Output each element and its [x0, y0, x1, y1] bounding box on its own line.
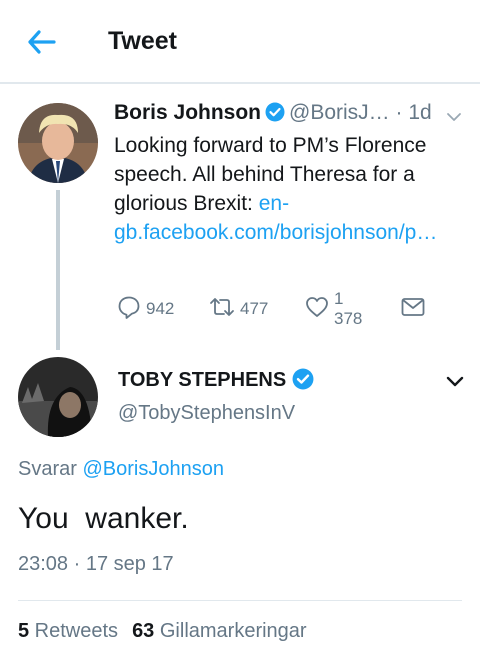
reply-tweet-text: You wanker.: [18, 502, 189, 535]
reply-author-line: TOBY STEPHENS: [118, 368, 318, 396]
heart-icon: [304, 294, 334, 325]
reply-icon: [116, 294, 146, 325]
retweets-label: Retweets: [29, 620, 119, 642]
tweet-time: 1d: [408, 101, 432, 124]
chevron-down-icon[interactable]: [446, 110, 462, 122]
verified-badge-icon: [265, 102, 285, 128]
replying-to-mention[interactable]: @BorisJohnson: [82, 458, 223, 480]
direct-message-button[interactable]: [400, 296, 430, 322]
back-arrow-icon[interactable]: [26, 28, 58, 56]
page-title: Tweet: [108, 27, 177, 55]
parent-tweet-header: Boris Johnson @BorisJ… · 1d: [114, 101, 464, 131]
like-button[interactable]: 1 378: [304, 289, 362, 328]
reply-author-handle[interactable]: @TobyStephensInV: [118, 402, 295, 425]
likes-stat[interactable]: 63 Gillamarkeringar: [132, 620, 307, 642]
boris-johnson-avatar[interactable]: [18, 103, 98, 183]
retweet-button[interactable]: 477: [208, 296, 268, 322]
author-name[interactable]: Boris Johnson: [114, 101, 261, 124]
likes-label: Gillamarkeringar: [154, 620, 307, 642]
retweets-stat[interactable]: 5 Retweets: [18, 620, 118, 642]
like-count: 1 378: [334, 289, 363, 328]
reply-count: 942: [146, 299, 175, 318]
reply-timestamp: 23:08 · 17 sep 17: [18, 553, 174, 575]
retweet-total: 5: [18, 620, 30, 642]
divider: [18, 600, 462, 601]
toby-stephens-avatar[interactable]: [18, 357, 98, 437]
retweet-icon: [208, 294, 240, 325]
tweet-separator: ·: [389, 101, 409, 124]
reply-button[interactable]: 942: [116, 296, 174, 322]
like-total: 63: [132, 620, 155, 642]
top-bar: Tweet: [0, 0, 480, 84]
engagement-stats: 5 Retweets 63 Gillamarkeringar: [18, 620, 307, 643]
retweet-count: 477: [240, 299, 269, 318]
verified-badge-icon: [292, 368, 314, 396]
reply-author-name[interactable]: TOBY STEPHENS: [118, 369, 286, 391]
chevron-down-icon[interactable]: [446, 374, 464, 387]
thread-connector-line: [56, 190, 60, 350]
parent-tweet-text: Looking forward to PM’s Florence speech.…: [114, 131, 464, 247]
envelope-icon: [400, 294, 430, 325]
author-handle[interactable]: @BorisJ…: [289, 101, 390, 124]
replying-prefix: Svarar: [18, 458, 83, 480]
replying-to: Svarar @BorisJohnson: [18, 458, 224, 481]
